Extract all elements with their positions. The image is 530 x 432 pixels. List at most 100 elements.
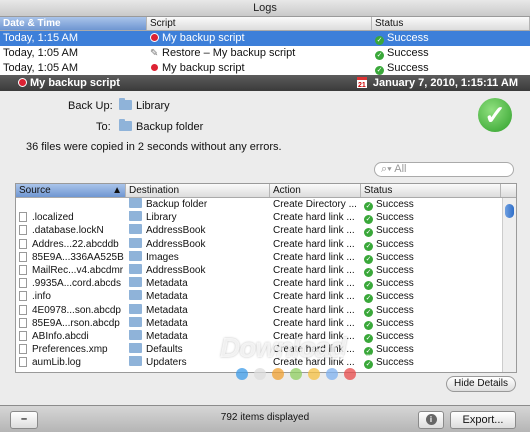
row-destination: Images xyxy=(126,250,270,264)
logs-table[interactable]: Date & Time Script Status Today, 1:15 AM… xyxy=(0,17,530,75)
row-status: ✓ Success xyxy=(364,251,414,264)
file-icon xyxy=(19,278,27,289)
file-icon xyxy=(19,357,27,368)
row-source: Preferences.xmp xyxy=(16,343,126,356)
row-destination: Metadata xyxy=(126,303,270,317)
row-status: ✓ Success xyxy=(364,225,414,238)
table-row[interactable]: 85E9A...rson.abcdp Metadata Create hard li… xyxy=(16,316,516,330)
folder-icon xyxy=(129,356,142,367)
window-title: Logs xyxy=(0,0,530,17)
log-row[interactable]: Today, 1:05 AM My backup script ✓ Success xyxy=(0,61,530,75)
backup-source: Library xyxy=(119,98,170,112)
row-action: Create hard link ... xyxy=(273,212,355,224)
row-destination: Metadata xyxy=(126,290,270,303)
row-status: ✓ Success xyxy=(364,264,414,277)
row-status: ✓ Success xyxy=(364,344,414,357)
row-status: ✓ Success xyxy=(364,238,414,251)
success-icon: ✓ xyxy=(364,267,373,277)
table-row[interactable]: .localized Library Create hard link ... ✓ Su… xyxy=(16,211,516,225)
folder-icon xyxy=(129,211,142,222)
folder-icon xyxy=(119,119,132,131)
row-source: 4E0978...son.abcdp xyxy=(16,304,126,317)
column-date-time[interactable]: Date & Time xyxy=(0,17,147,30)
row-action: Create hard link ... xyxy=(273,225,355,237)
calendar-icon: 21 xyxy=(356,77,367,89)
file-icon xyxy=(19,251,27,262)
row-action: Create hard link ... xyxy=(273,264,355,276)
table-row[interactable]: 85E9A...336AA525B Images Create hard link … xyxy=(16,250,516,264)
folder-icon xyxy=(129,224,142,235)
column-script[interactable]: Script xyxy=(147,17,372,30)
folder-icon xyxy=(129,237,142,248)
row-status: ✓ Success xyxy=(364,357,414,370)
row-source: MailRec...v4.abcdmr xyxy=(16,264,126,277)
row-action: Create hard link ... xyxy=(273,317,355,329)
log-row[interactable]: Today, 1:05 AM ✎ Restore – My backup scrip… xyxy=(0,46,530,61)
column-source[interactable]: Source ▲ xyxy=(16,184,126,197)
table-row[interactable]: MailRec...v4.abcdmr AddressBook Create har… xyxy=(16,263,516,277)
row-source: .info xyxy=(16,290,126,303)
log-row[interactable]: Today, 1:15 AM My backup script ✓ Success xyxy=(0,31,530,46)
row-source: 85E9A...336AA525B xyxy=(16,251,126,264)
row-action: Create Directory ... xyxy=(273,199,357,210)
to-label: To: xyxy=(96,121,111,133)
row-destination: AddressBook xyxy=(126,263,270,277)
search-field[interactable]: ⌕▾ All xyxy=(374,162,514,177)
brush-icon: ✎ xyxy=(150,48,159,59)
column-status[interactable]: Status xyxy=(372,17,530,30)
row-source: .localized xyxy=(16,211,126,224)
success-icon: ✓ xyxy=(375,51,384,60)
success-icon: ✓ xyxy=(375,66,384,75)
row-action: Create hard link ... xyxy=(273,278,355,290)
scrollbar-thumb[interactable] xyxy=(505,204,514,218)
success-icon: ✓ xyxy=(364,254,373,264)
row-destination: AddressBook xyxy=(126,237,270,251)
table-row[interactable]: .database.lockN AddressBook Create hard li… xyxy=(16,224,516,238)
row-action: Create hard link ... xyxy=(273,304,355,316)
table-row[interactable]: Backup folder Create Directory ... ✓ Succes… xyxy=(16,198,516,211)
backup-destination: Backup folder xyxy=(119,119,203,133)
export-button[interactable]: Export... xyxy=(450,411,516,429)
table-row[interactable]: .info Metadata Create hard link ... ✓ Succes… xyxy=(16,290,516,304)
row-source: .9935A...cord.abcds xyxy=(16,277,126,290)
table-row[interactable]: .9935A...cord.abcds Metadata Create hard l… xyxy=(16,277,516,291)
column-status[interactable]: Status xyxy=(361,184,501,197)
folder-icon xyxy=(129,343,142,354)
file-icon xyxy=(19,238,27,249)
row-destination: AddressBook xyxy=(126,224,270,237)
success-icon: ✓ xyxy=(364,307,373,317)
watermark-dots xyxy=(236,368,356,380)
hide-details-button[interactable]: Hide Details xyxy=(446,376,516,392)
row-action: Create hard link ... xyxy=(273,238,355,250)
column-action[interactable]: Action xyxy=(270,184,361,197)
row-status: ✓ Success xyxy=(364,291,414,304)
success-icon: ✓ xyxy=(375,36,384,45)
success-icon: ✓ xyxy=(364,215,373,225)
bottom-toolbar: – 792 items displayed i Export... xyxy=(0,405,530,432)
file-icon xyxy=(19,317,27,328)
log-date: Today, 1:05 AM xyxy=(3,62,79,74)
backup-label: Back Up: xyxy=(68,100,113,112)
folder-icon xyxy=(119,98,132,110)
folder-icon xyxy=(129,263,142,274)
success-icon: ✓ xyxy=(364,281,373,291)
success-icon: ✓ xyxy=(364,228,373,238)
row-source: Addres...22.abcddb xyxy=(16,238,126,251)
row-status: ✓ Success xyxy=(364,212,414,225)
column-destination[interactable]: Destination xyxy=(126,184,270,197)
watermark-logo: Download xyxy=(220,332,347,363)
row-status: ✓ Success xyxy=(364,304,414,317)
vertical-scrollbar[interactable] xyxy=(502,198,516,372)
row-destination: Metadata xyxy=(126,316,270,330)
row-action: Create hard link ... xyxy=(273,251,355,263)
log-date: Today, 1:15 AM xyxy=(3,32,79,44)
table-row[interactable]: Addres...22.abcddb AddressBook Create hard… xyxy=(16,237,516,251)
info-button[interactable]: i xyxy=(418,411,444,429)
folder-icon xyxy=(129,198,142,208)
table-row[interactable]: 4E0978...son.abcdp Metadata Create hard li… xyxy=(16,303,516,317)
row-status: ✓ Success xyxy=(364,317,414,330)
log-script: My backup script xyxy=(147,31,372,46)
watermark-domain: .com.vn xyxy=(335,352,373,363)
row-source xyxy=(16,198,126,211)
success-icon: ✓ xyxy=(364,202,373,211)
